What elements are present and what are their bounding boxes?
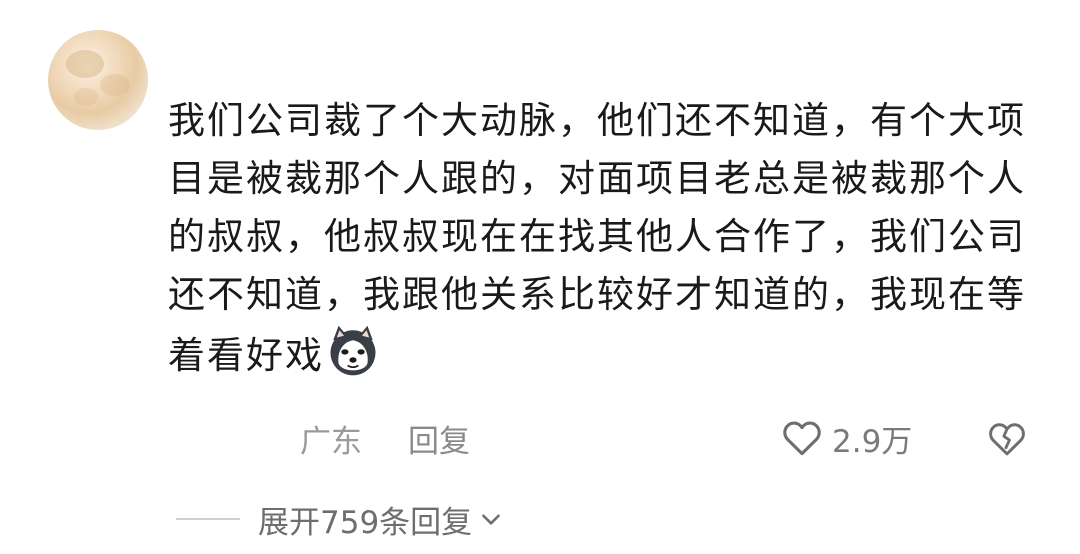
expand-replies-label[interactable]: 展开759条回复 [258,497,472,542]
comment-meta: 广东 回复 [300,416,470,460]
location-label: 广东 [300,423,362,460]
comment-body: 我们公司裁了个大动脉，他们还不知道，有个大项目是被裁那个人跟的，对面项目老总是被… [168,99,1026,377]
like-button[interactable]: 2.9万 [780,416,912,460]
reply-button[interactable]: 回复 [408,416,470,461]
heart-icon[interactable] [780,416,824,460]
like-count: 2.9万 [832,423,913,460]
chevron-down-icon[interactable] [478,506,504,532]
broken-heart-icon[interactable] [986,418,1028,460]
comment-text: 我们公司裁了个大动脉，他们还不知道，有个大项目是被裁那个人跟的，对面项目老总是被… [168,92,1048,385]
divider-line [176,518,240,520]
avatar[interactable] [48,30,148,130]
expand-replies-button[interactable]: 展开759条回复 [176,496,504,542]
husky-dog-emoji [330,325,376,376]
